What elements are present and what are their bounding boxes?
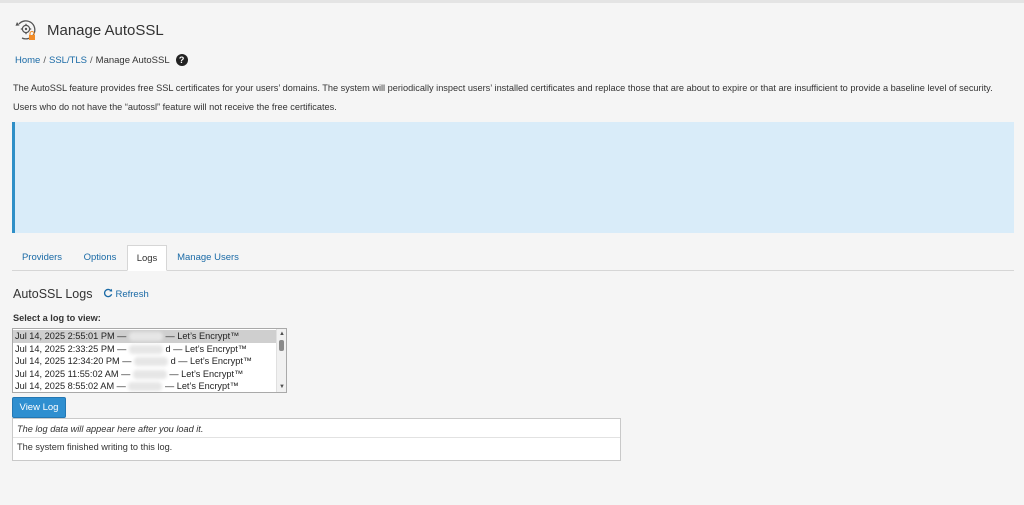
log-option[interactable]: Jul 14, 2025 12:34:20 PM — d — Let’s Enc… <box>13 355 277 368</box>
log-output-message: The system finished writing to this log. <box>17 442 173 452</box>
refresh-link[interactable]: Refresh <box>103 288 149 301</box>
breadcrumb-separator: / <box>43 54 46 66</box>
log-option-provider: d — Let’s Encrypt™ <box>165 343 247 354</box>
page-title: Manage AutoSSL <box>47 21 164 39</box>
log-option[interactable]: Jul 14, 2025 2:55:01 PM — — Let’s Encryp… <box>13 330 277 343</box>
log-option-date: Jul 14, 2025 8:55:02 AM — <box>15 381 126 391</box>
breadcrumb-home-link[interactable]: Home <box>15 55 40 66</box>
page-header: Manage AutoSSL <box>13 16 164 44</box>
autossl-gear-lock-icon <box>13 17 39 43</box>
scroll-thumb[interactable] <box>279 340 284 351</box>
redacted-domain <box>132 369 167 379</box>
log-select-list[interactable]: Jul 14, 2025 2:55:01 PM — — Let’s Encryp… <box>12 328 287 393</box>
logs-section-header: AutoSSL Logs Refresh <box>13 287 149 301</box>
question-circle-icon[interactable]: ? <box>175 54 188 66</box>
description-line-2: Users who do not have the “autossl” feat… <box>13 102 337 112</box>
redacted-domain <box>134 357 169 367</box>
log-output-divider <box>13 437 620 438</box>
log-option-provider: d — Let’s Encrypt™ <box>170 356 253 366</box>
log-option-date: Jul 14, 2025 12:34:20 PM — <box>15 356 132 366</box>
redacted-domain <box>128 344 163 354</box>
redacted-domain <box>128 332 163 342</box>
log-option-date: Jul 14, 2025 2:55:01 PM — <box>15 331 127 341</box>
description-line-1: The AutoSSL feature provides free SSL ce… <box>13 83 993 93</box>
scroll-up-arrow-icon[interactable]: ▲ <box>278 330 286 338</box>
log-output-hint: The log data will appear here after you … <box>17 424 204 434</box>
refresh-label: Refresh <box>115 288 149 300</box>
view-log-button[interactable]: View Log <box>12 397 66 418</box>
breadcrumb: Home / SSL/TLS / Manage AutoSSL ? <box>15 54 188 66</box>
log-option[interactable]: Jul 14, 2025 11:55:02 AM — — Let’s Encry… <box>13 368 277 381</box>
tab-providers[interactable]: Providers <box>12 245 72 271</box>
top-border <box>0 0 1024 3</box>
breadcrumb-ssl-tls-link[interactable]: SSL/TLS <box>49 55 87 66</box>
page-description: The AutoSSL feature provides free SSL ce… <box>13 79 1013 117</box>
breadcrumb-separator: / <box>90 54 93 66</box>
log-select-scrollbar[interactable]: ▲ ▼ <box>276 329 286 392</box>
scroll-down-arrow-icon[interactable]: ▼ <box>278 383 286 391</box>
log-select-label: Select a log to view: <box>13 313 101 323</box>
log-option-provider: — Let’s Encrypt™ <box>164 381 239 391</box>
redacted-domain <box>128 382 163 392</box>
log-option-date: Jul 14, 2025 11:55:02 AM — <box>15 368 131 379</box>
log-option-provider: — Let’s Encrypt™ <box>165 331 240 341</box>
log-output-panel: The log data will appear here after you … <box>12 418 621 461</box>
breadcrumb-current: Manage AutoSSL <box>95 54 170 66</box>
logs-title: AutoSSL Logs <box>13 287 93 301</box>
log-option-date: Jul 14, 2025 2:33:25 PM — <box>15 343 127 354</box>
tab-bar: Providers Options Logs Manage Users <box>12 245 1014 271</box>
log-option[interactable]: Jul 14, 2025 2:33:25 PM — d — Let’s Encr… <box>13 343 277 356</box>
tab-options[interactable]: Options <box>74 245 126 271</box>
tab-manage-users[interactable]: Manage Users <box>170 245 246 271</box>
refresh-icon <box>103 288 113 301</box>
log-option-provider: — Let’s Encrypt™ <box>169 368 244 379</box>
info-callout <box>12 122 1014 233</box>
tab-logs[interactable]: Logs <box>127 245 167 271</box>
log-option[interactable]: Jul 14, 2025 8:55:02 AM — — Let’s Encryp… <box>13 380 277 392</box>
